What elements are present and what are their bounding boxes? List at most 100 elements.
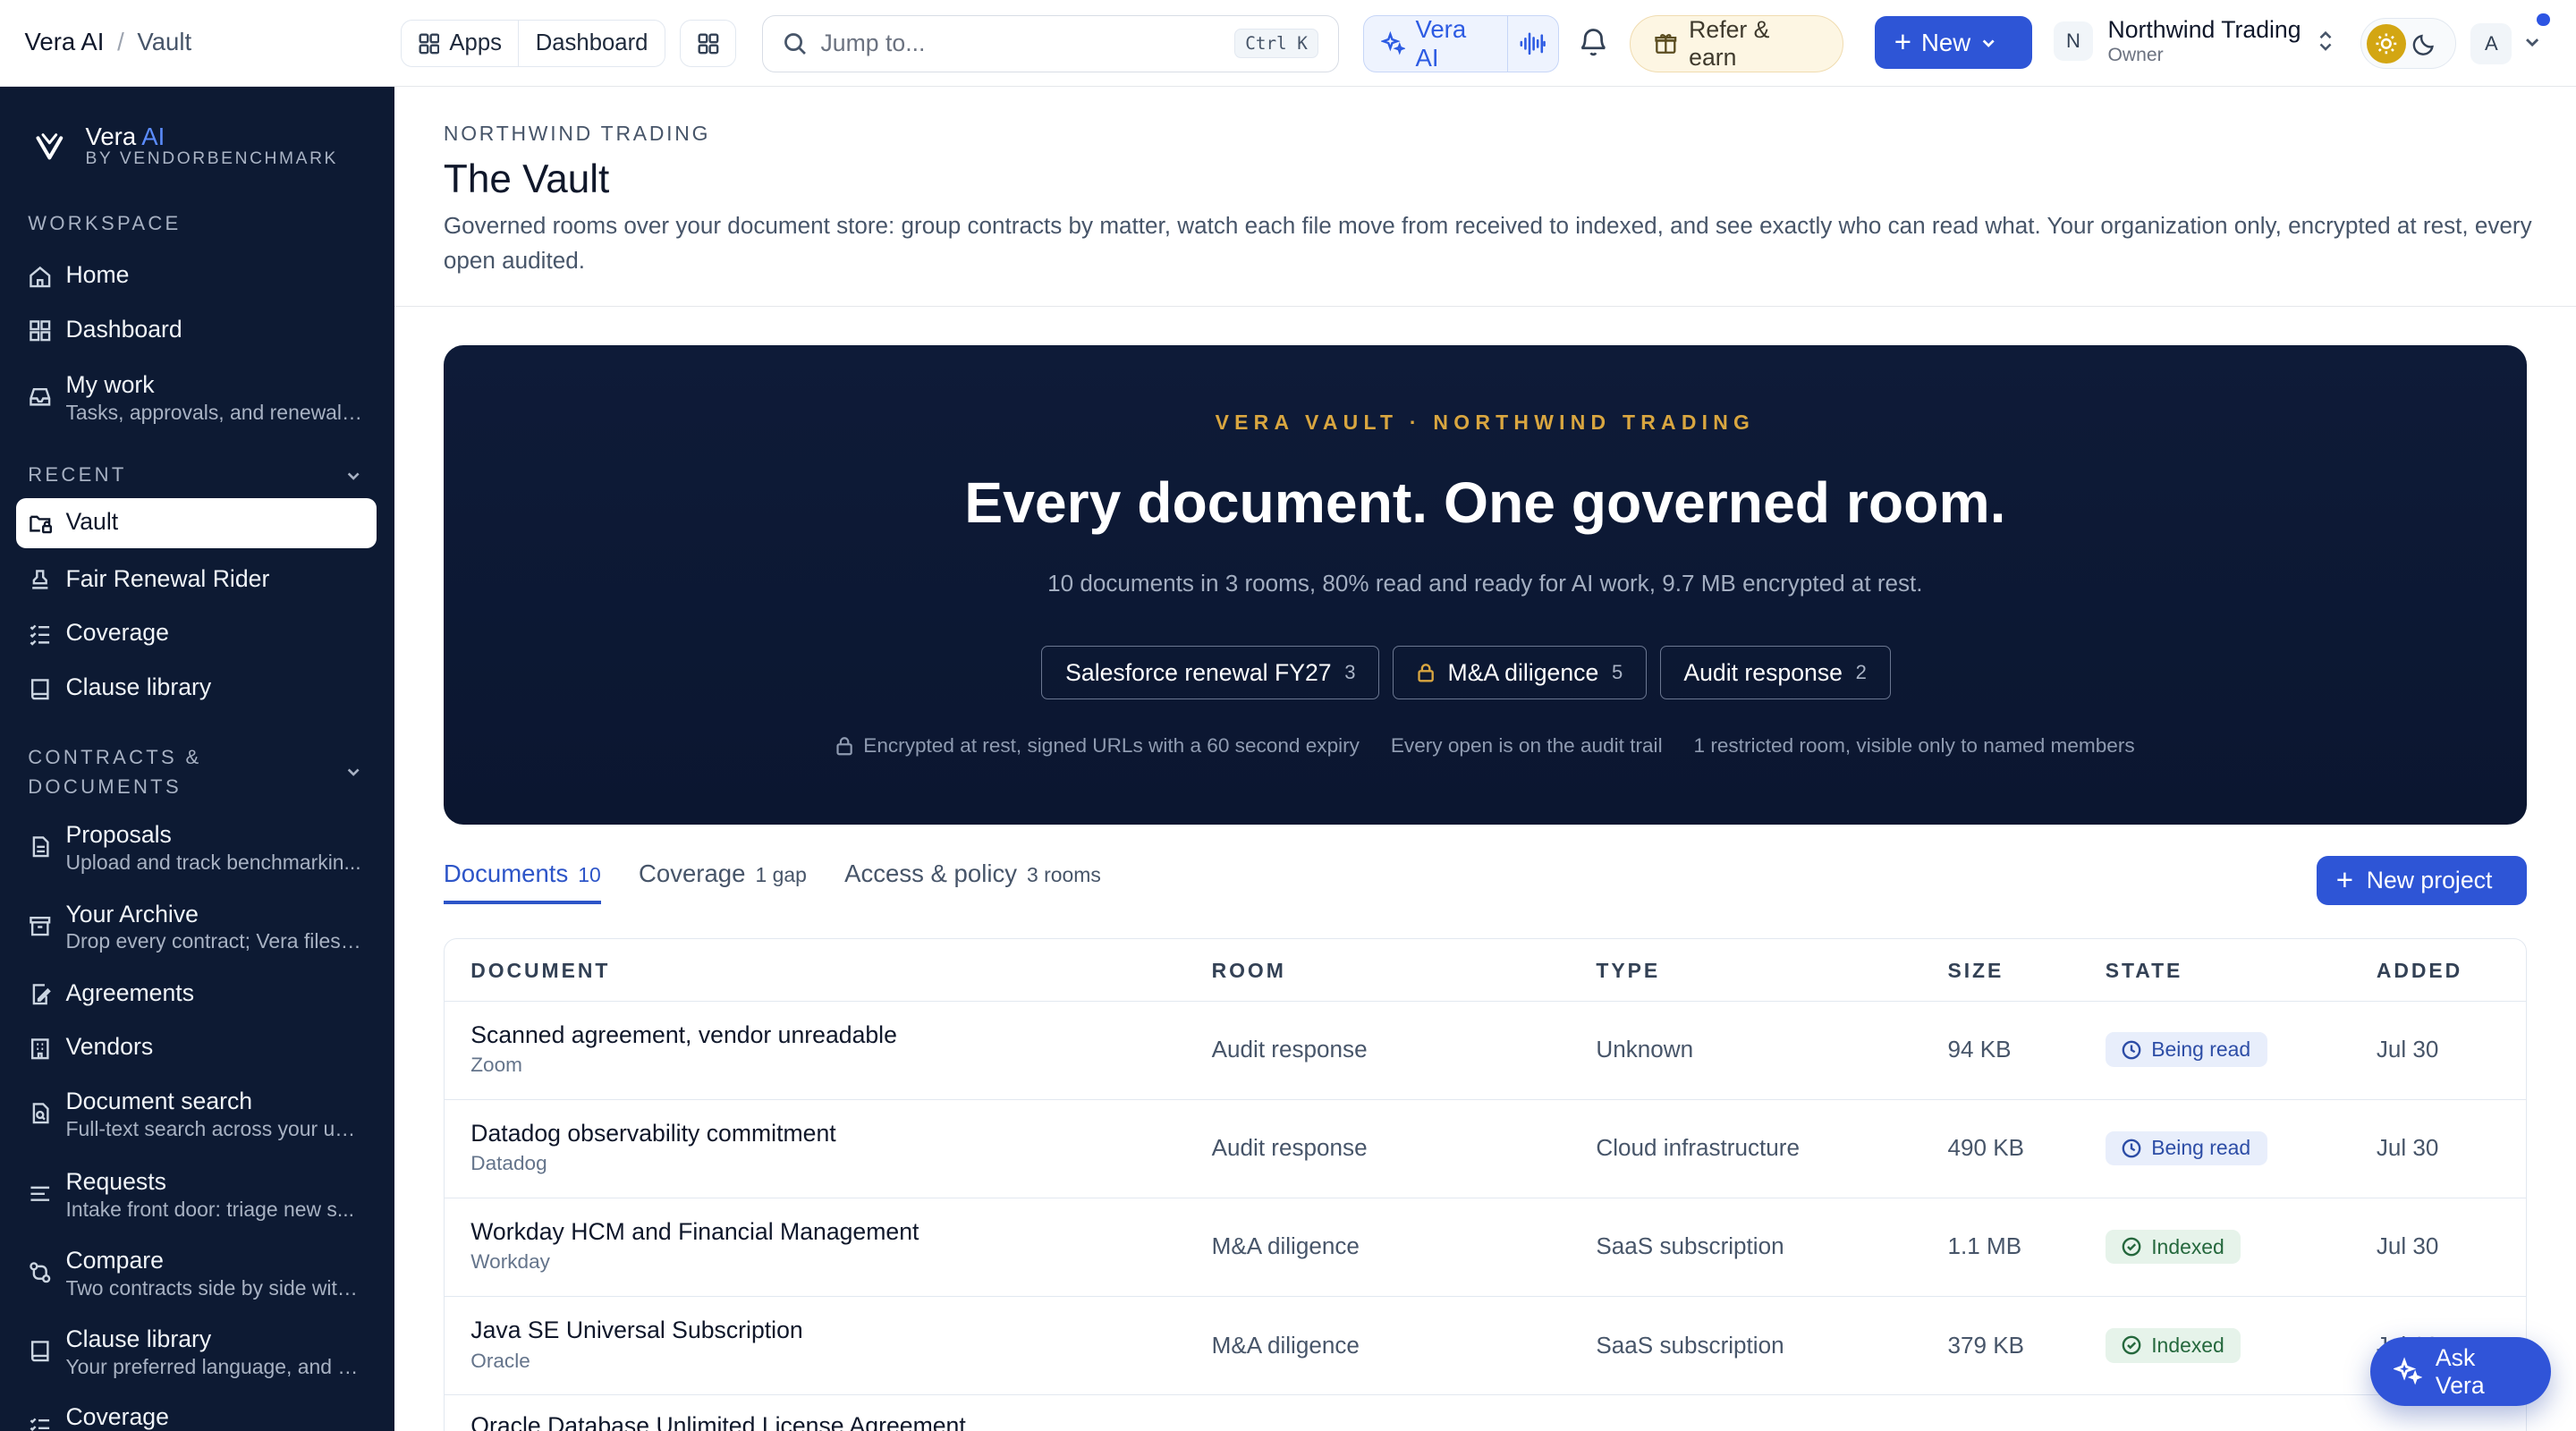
- main-content: NORTHWIND TRADING The Vault Governed roo…: [394, 87, 2576, 1431]
- sidebar-item-label: Dashboard: [65, 315, 182, 343]
- sidebar-item-label: Home: [65, 261, 130, 289]
- document-cell: Workday HCM and Financial Management Wor…: [470, 1218, 919, 1274]
- notifications-button[interactable]: [1577, 25, 1610, 65]
- column-header-size[interactable]: SIZE: [1947, 959, 2004, 983]
- user-avatar[interactable]: A: [2470, 22, 2512, 64]
- hero-note: 1 restricted room, visible only to named…: [1693, 734, 2134, 758]
- moon-icon[interactable]: [2412, 31, 2437, 56]
- tab-access-policy[interactable]: Access & policy 3 rooms: [844, 859, 1101, 905]
- status-badge: Being read: [2105, 1032, 2267, 1067]
- document-title[interactable]: Java SE Universal Subscription: [470, 1317, 802, 1344]
- sidebar-item-agreements[interactable]: Agreements: [28, 979, 373, 1007]
- sidebar-item-label: Vendors: [65, 1033, 154, 1061]
- brand-name: Vera: [85, 122, 137, 150]
- room-chip[interactable]: M&A diligence 5: [1392, 645, 1647, 700]
- status-label: Indexed: [2151, 1333, 2224, 1357]
- sidebar-item-clause-library[interactable]: Clause library: [28, 673, 373, 701]
- column-header-type[interactable]: TYPE: [1596, 959, 1660, 983]
- sidebar-item-coverage[interactable]: Coverage: [28, 619, 373, 647]
- file-search-icon: [32, 1102, 49, 1123]
- table-row[interactable]: Oracle Database Unlimited License Agreem…: [445, 1395, 2526, 1431]
- sidebar-item-compare[interactable]: Compare Two contracts side by side with.…: [28, 1247, 373, 1300]
- jump-search-input[interactable]: Jump to... Ctrl K: [762, 14, 1339, 72]
- document-title[interactable]: Oracle Database Unlimited License Agreem…: [470, 1412, 966, 1431]
- room-chip[interactable]: Audit response 2: [1659, 645, 1891, 700]
- ask-vera-button[interactable]: Ask Vera: [2370, 1337, 2552, 1407]
- vera-ai-button[interactable]: Vera AI: [1364, 15, 1506, 72]
- sidebar-item-document-search[interactable]: Document search Full-text search across …: [28, 1088, 373, 1141]
- sun-icon[interactable]: [2366, 23, 2406, 64]
- sidebar-item-my-work[interactable]: My work Tasks, approvals, and renewals .…: [28, 371, 373, 425]
- sidebar-item-clause-library-2[interactable]: Clause library Your preferred language, …: [28, 1325, 373, 1379]
- status-label: Being read: [2151, 1136, 2251, 1160]
- org-info: Northwind Trading Owner: [2107, 16, 2301, 65]
- sidebar-item-label: Fair Renewal Rider: [65, 564, 270, 592]
- status-badge: Being read: [2105, 1130, 2267, 1166]
- column-header-room[interactable]: ROOM: [1212, 959, 1286, 983]
- ask-vera-label: Ask Vera: [2435, 1343, 2485, 1399]
- room-cell: Audit response: [1211, 1134, 1368, 1162]
- brand-logo[interactable]: Vera AI BY VENDORBENCHMARK: [33, 123, 338, 169]
- sparkle-icon: [1380, 30, 1406, 55]
- document-cell: Oracle Database Unlimited License Agreem…: [470, 1412, 966, 1431]
- dashboard-button[interactable]: Dashboard: [518, 21, 664, 67]
- file-signature-icon: [32, 984, 52, 1005]
- sidebar-item-proposals[interactable]: Proposals Upload and track benchmarkin..…: [28, 821, 373, 875]
- document-title[interactable]: Scanned agreement, vendor unreadable: [470, 1021, 897, 1049]
- search-icon: [784, 32, 807, 55]
- size-cell: 490 KB: [1947, 1134, 2025, 1162]
- table-row[interactable]: Scanned agreement, vendor unreadable Zoo…: [444, 1002, 2526, 1100]
- chevron-down-icon[interactable]: [345, 468, 361, 484]
- org-switcher[interactable]: N Northwind Trading Owner: [2053, 16, 2335, 65]
- sidebar-item-home[interactable]: Home: [28, 261, 373, 289]
- book-icon: [31, 1341, 49, 1362]
- sidebar-item-vendors[interactable]: Vendors: [28, 1033, 373, 1061]
- sidebar-item-label: Compare: [65, 1247, 164, 1274]
- document-title[interactable]: Datadog observability commitment: [470, 1120, 835, 1147]
- apps-button[interactable]: Apps: [402, 21, 518, 66]
- tab-coverage[interactable]: Coverage 1 gap: [639, 859, 807, 905]
- new-button[interactable]: + New: [1874, 16, 2032, 70]
- column-header-state[interactable]: STATE: [2106, 959, 2182, 983]
- dashboard-label: Dashboard: [535, 30, 648, 56]
- column-header-added[interactable]: ADDED: [2377, 959, 2462, 983]
- table-row[interactable]: Workday HCM and Financial Management Wor…: [444, 1198, 2526, 1298]
- theme-toggle[interactable]: [2360, 18, 2456, 70]
- hero-note-text: Every open is on the audit trail: [1390, 734, 1663, 757]
- breadcrumb-root[interactable]: Vera AI: [25, 28, 105, 56]
- sidebar-item-fair-renewal-rider[interactable]: Fair Renewal Rider: [28, 565, 373, 593]
- sidebar-item-requests[interactable]: Requests Intake front door: triage new s…: [28, 1168, 373, 1222]
- section-contracts-documents[interactable]: CONTRACTS & DOCUMENTS: [28, 742, 201, 801]
- new-project-button[interactable]: + New project: [2316, 855, 2527, 905]
- voice-button[interactable]: [1506, 15, 1558, 72]
- document-title[interactable]: Workday HCM and Financial Management: [470, 1218, 919, 1246]
- sidebar-item-your-archive[interactable]: Your Archive Drop every contract; Vera f…: [28, 901, 373, 954]
- check-circle-icon: [2122, 1237, 2141, 1257]
- hero-stats: 10 documents in 3 rooms, 80% read and re…: [1047, 570, 1923, 597]
- book-icon: [31, 678, 49, 700]
- tab-label: Access & policy: [844, 859, 1017, 887]
- status-badge: Indexed: [2105, 1229, 2241, 1265]
- sidebar-item-coverage-2[interactable]: Coverage: [28, 1403, 373, 1431]
- section-recent[interactable]: RECENT: [28, 463, 126, 487]
- type-cell: SaaS subscription: [1596, 1331, 1784, 1359]
- table-row[interactable]: Datadog observability commitment Datadog…: [444, 1100, 2526, 1198]
- sidebar-item-vault[interactable]: Vault: [16, 497, 377, 549]
- layout-toggle-button[interactable]: [680, 20, 736, 68]
- added-cell: Jul 30: [2376, 1036, 2439, 1063]
- sidebar-item-label: Coverage: [65, 619, 169, 647]
- plus-icon: +: [1894, 26, 1912, 60]
- sidebar-item-label: Vault: [65, 507, 119, 535]
- sidebar-item-dashboard[interactable]: Dashboard: [28, 316, 373, 343]
- chevron-down-icon[interactable]: [345, 764, 361, 780]
- room-count: 3: [1344, 661, 1356, 684]
- plus-icon: +: [2335, 863, 2354, 897]
- room-chip[interactable]: Salesforce renewal FY27 3: [1041, 645, 1380, 700]
- vera-logo-icon: [36, 133, 63, 160]
- table-row[interactable]: Java SE Universal Subscription Oracle M&…: [444, 1297, 2526, 1396]
- tab-documents[interactable]: Documents 10: [443, 859, 601, 905]
- room-cell: M&A diligence: [1211, 1232, 1360, 1260]
- user-menu-chevron-icon[interactable]: [2523, 33, 2541, 51]
- column-header-document[interactable]: DOCUMENT: [470, 959, 610, 983]
- refer-earn-button[interactable]: Refer & earn: [1630, 14, 1843, 72]
